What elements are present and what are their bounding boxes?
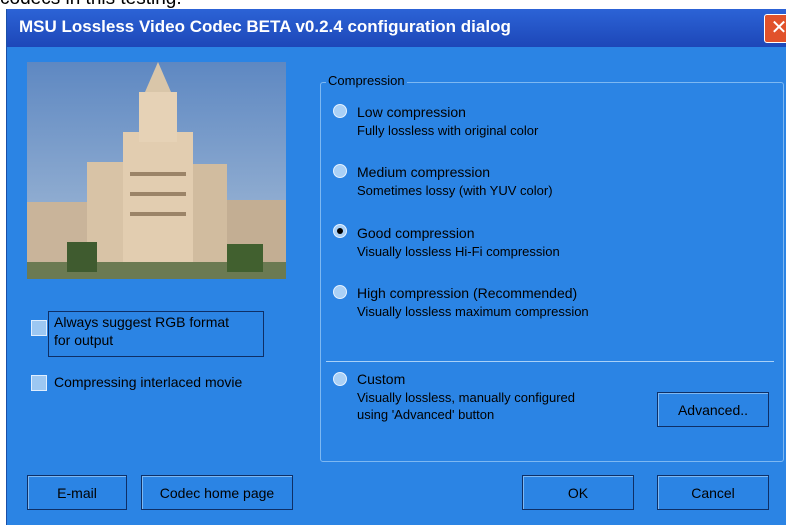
custom-compression-desc-line1: Visually lossless, manually configured	[357, 390, 575, 405]
preview-image	[27, 62, 286, 279]
interlaced-checkbox[interactable]	[31, 375, 47, 391]
high-compression-label: High compression (Recommended)	[357, 285, 578, 301]
building-photo	[27, 62, 286, 279]
ok-button[interactable]: OK	[522, 475, 634, 510]
low-compression-desc: Fully lossless with original color	[357, 123, 539, 138]
radio-medium-compression[interactable]	[333, 164, 347, 178]
radio-custom-compression[interactable]	[333, 372, 347, 386]
good-compression-desc: Visually lossless Hi-Fi compression	[357, 244, 560, 259]
custom-compression-desc-line2: using 'Advanced' button	[357, 407, 495, 422]
high-compression-desc: Visually lossless maximum compression	[357, 304, 589, 319]
custom-compression-label: Custom	[357, 371, 406, 387]
close-button[interactable]: ✕	[764, 14, 786, 43]
radio-low-compression[interactable]	[333, 104, 347, 118]
compression-group-title: Compression	[326, 73, 407, 88]
group-separator	[326, 361, 774, 362]
advanced-button[interactable]: Advanced..	[657, 392, 769, 427]
close-icon: ✕	[770, 17, 786, 39]
medium-compression-label: Medium compression	[357, 164, 491, 180]
medium-compression-desc: Sometimes lossy (with YUV color)	[357, 183, 553, 198]
good-compression-label: Good compression	[357, 225, 475, 241]
always-rgb-checkbox[interactable]	[31, 320, 47, 336]
low-compression-label: Low compression	[357, 104, 466, 120]
radio-high-compression[interactable]	[333, 285, 347, 299]
window-title: MSU Lossless Video Codec BETA v0.2.4 con…	[19, 17, 511, 36]
title-bar: MSU Lossless Video Codec BETA v0.2.4 con…	[7, 9, 786, 47]
codec-home-page-button[interactable]: Codec home page	[141, 475, 293, 510]
cut-off-caption: codecs in this testing:	[0, 0, 300, 9]
email-button[interactable]: E-mail	[27, 475, 127, 510]
interlaced-label: Compressing interlaced movie	[54, 374, 243, 390]
radio-good-compression[interactable]	[333, 224, 347, 238]
always-rgb-label-line2: for output	[54, 332, 114, 348]
config-dialog: MSU Lossless Video Codec BETA v0.2.4 con…	[6, 9, 786, 525]
always-rgb-label-line1: Always suggest RGB format	[54, 314, 230, 330]
cancel-button[interactable]: Cancel	[657, 475, 769, 510]
